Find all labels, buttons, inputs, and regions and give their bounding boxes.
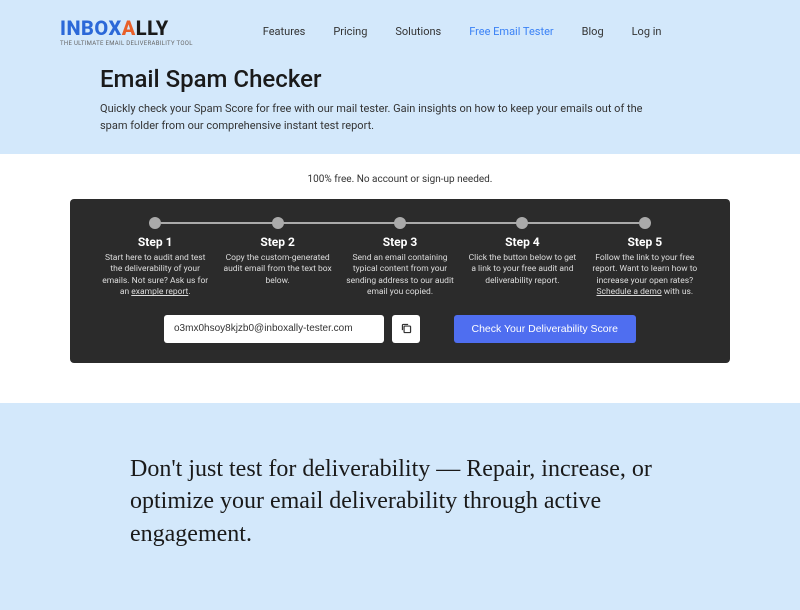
nav-pricing[interactable]: Pricing bbox=[333, 25, 367, 38]
page-title: Email Spam Checker bbox=[100, 65, 700, 93]
step-dot-2 bbox=[272, 217, 284, 229]
step-desc-4: Click the button below to get a link to … bbox=[467, 253, 577, 287]
schedule-demo-link[interactable]: Schedule a demo bbox=[597, 287, 662, 297]
value-section: Don't just test for deliverability — Rep… bbox=[0, 403, 800, 610]
check-deliverability-button[interactable]: Check Your Deliverability Score bbox=[454, 315, 637, 343]
step-title-3: Step 3 bbox=[345, 235, 455, 249]
step-desc-1: Start here to audit and test the deliver… bbox=[100, 253, 210, 299]
copy-icon bbox=[400, 322, 413, 335]
step-dot-3 bbox=[394, 217, 406, 229]
step-desc-5: Follow the link to your free report. Wan… bbox=[590, 253, 700, 299]
header: INBOXALLY THE ULTIMATE EMAIL DELIVERABIL… bbox=[0, 16, 800, 65]
free-text: 100% free. No account or sign-up needed. bbox=[70, 174, 730, 185]
logo-tagline: THE ULTIMATE EMAIL DELIVERABILITY TOOL bbox=[60, 40, 193, 47]
action-row: Check Your Deliverability Score bbox=[94, 315, 706, 343]
step-title-2: Step 2 bbox=[222, 235, 332, 249]
step-3: Step 3 Send an email containing typical … bbox=[339, 217, 461, 299]
example-report-link[interactable]: example report bbox=[131, 287, 188, 297]
step-2: Step 2 Copy the custom-generated audit e… bbox=[216, 217, 338, 299]
step-dot-4 bbox=[516, 217, 528, 229]
copy-button[interactable] bbox=[392, 315, 420, 343]
audit-email-input[interactable] bbox=[164, 315, 384, 343]
value-headline: Don't just test for deliverability — Rep… bbox=[130, 453, 670, 550]
nav: Features Pricing Solutions Free Email Te… bbox=[263, 25, 662, 38]
logo-text: INBOXALLY bbox=[60, 16, 193, 40]
step-dot-1 bbox=[149, 217, 161, 229]
nav-features[interactable]: Features bbox=[263, 25, 306, 38]
step-1: Step 1 Start here to audit and test the … bbox=[94, 217, 216, 299]
nav-free-email-tester[interactable]: Free Email Tester bbox=[469, 25, 553, 38]
step-desc-2: Copy the custom-generated audit email fr… bbox=[222, 253, 332, 287]
steps-row: Step 1 Start here to audit and test the … bbox=[94, 217, 706, 299]
page-subtitle: Quickly check your Spam Score for free w… bbox=[100, 101, 660, 134]
step-5: Step 5 Follow the link to your free repo… bbox=[584, 217, 706, 299]
step-title-1: Step 1 bbox=[100, 235, 210, 249]
step-desc-3: Send an email containing typical content… bbox=[345, 253, 455, 299]
checker-box: Step 1 Start here to audit and test the … bbox=[70, 199, 730, 363]
step-dot-5 bbox=[639, 217, 651, 229]
nav-login[interactable]: Log in bbox=[632, 25, 662, 38]
logo[interactable]: INBOXALLY THE ULTIMATE EMAIL DELIVERABIL… bbox=[60, 16, 193, 47]
step-title-4: Step 4 bbox=[467, 235, 577, 249]
step-title-5: Step 5 bbox=[590, 235, 700, 249]
nav-solutions[interactable]: Solutions bbox=[395, 25, 441, 38]
step-4: Step 4 Click the button below to get a l… bbox=[461, 217, 583, 299]
nav-blog[interactable]: Blog bbox=[582, 25, 604, 38]
